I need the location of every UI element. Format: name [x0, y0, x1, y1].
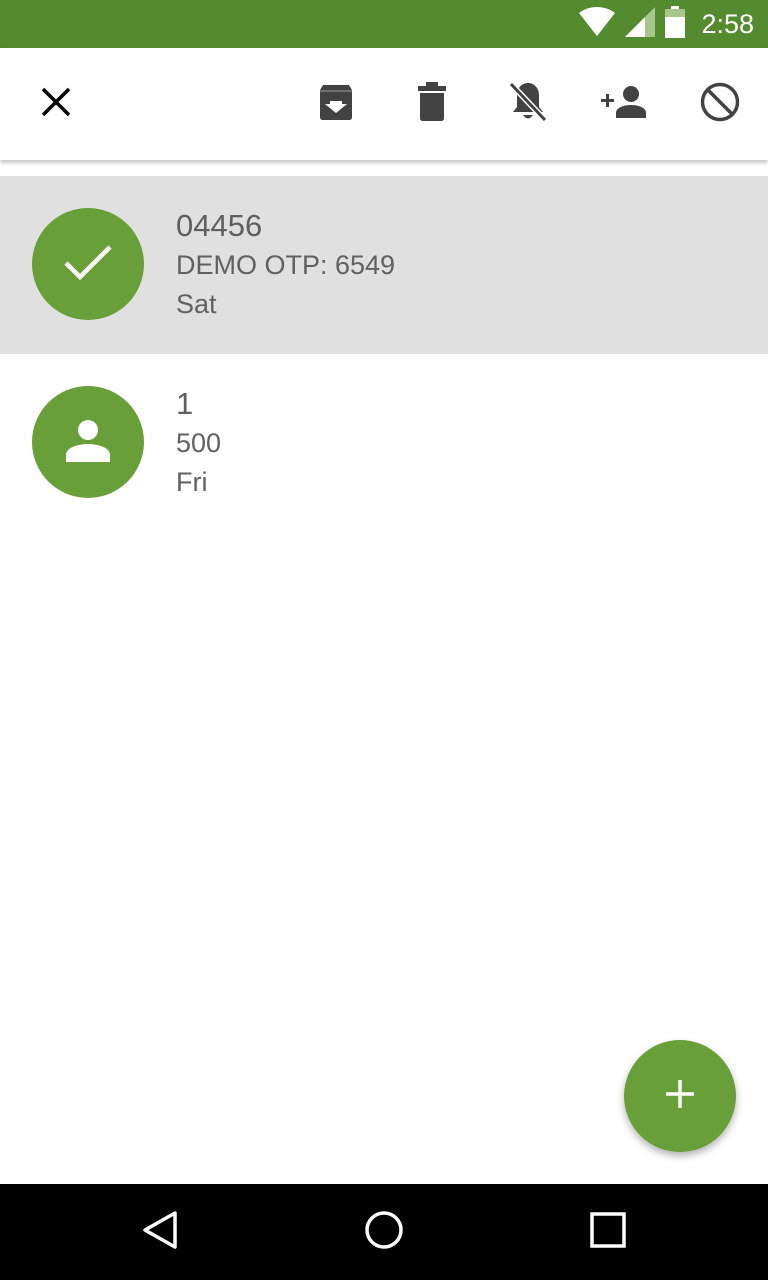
- block-icon: [700, 82, 740, 127]
- home-button[interactable]: [352, 1200, 416, 1264]
- archive-icon: [316, 82, 356, 127]
- cell-signal-icon: [625, 6, 656, 42]
- status-icons: 2:58: [579, 0, 754, 48]
- conversation-snippet: DEMO OTP: 6549: [176, 250, 396, 280]
- conversation-text: 04456 DEMO OTP: 6549 Sat: [176, 206, 395, 324]
- new-conversation-fab[interactable]: [624, 1040, 736, 1152]
- conversation-snippet: 500: [176, 428, 222, 458]
- notifications-off-icon: [508, 81, 548, 128]
- close-selection-button[interactable]: [24, 72, 88, 136]
- add-contact-button[interactable]: [592, 72, 656, 136]
- avatar[interactable]: [32, 208, 144, 320]
- recents-button[interactable]: [576, 1200, 640, 1264]
- plus-icon: [664, 1078, 696, 1115]
- mute-notifications-button[interactable]: [496, 72, 560, 136]
- conversation-row[interactable]: 04456 DEMO OTP: 6549 Sat: [0, 176, 768, 354]
- avatar[interactable]: [32, 386, 144, 498]
- conversation-row[interactable]: 1 500 Fri: [0, 354, 768, 532]
- selection-action-bar: [0, 48, 768, 160]
- conversation-list: 04456 DEMO OTP: 6549 Sat 1 500 Fri: [0, 176, 768, 532]
- add-contact-icon: [600, 85, 648, 124]
- status-time: 2:58: [701, 8, 754, 39]
- block-button[interactable]: [688, 72, 752, 136]
- delete-button[interactable]: [400, 72, 464, 136]
- recents-icon: [590, 1211, 626, 1253]
- close-icon: [40, 86, 72, 123]
- system-nav-bar: [0, 1184, 768, 1280]
- conversation-title: 04456: [176, 208, 263, 243]
- conversation-text: 1 500 Fri: [176, 384, 221, 502]
- messaging-screen: 2:58 04456 DEMO OTP: 6549 Sat 1 500 Fri: [0, 0, 768, 1280]
- home-icon: [364, 1210, 404, 1255]
- conversation-title: 1: [176, 386, 194, 421]
- check-icon: [63, 242, 113, 287]
- battery-icon: [665, 5, 686, 43]
- delete-icon: [416, 81, 448, 127]
- archive-button[interactable]: [304, 72, 368, 136]
- conversation-time: Fri: [176, 467, 208, 497]
- wifi-icon: [579, 6, 616, 42]
- back-button[interactable]: [128, 1200, 192, 1264]
- person-icon: [65, 417, 111, 468]
- conversation-time: Sat: [176, 289, 217, 319]
- back-icon: [142, 1210, 178, 1255]
- status-bar: 2:58: [0, 0, 768, 48]
